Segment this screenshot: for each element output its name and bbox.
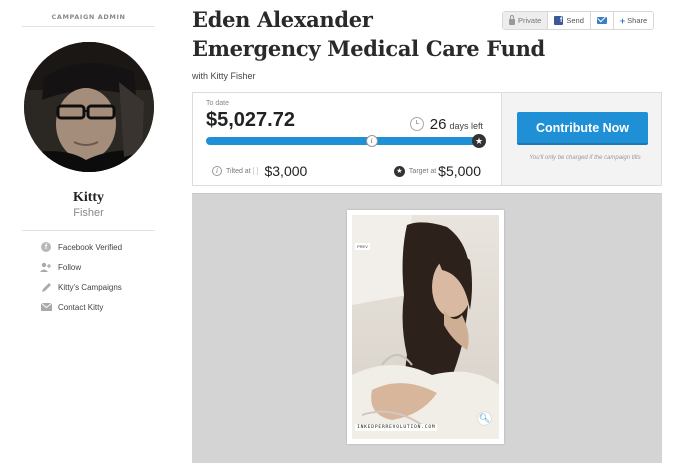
campaign-title-line2: Emergency Medical Care Fund (192, 36, 545, 61)
progress-bar: i ★ (206, 134, 486, 148)
days-left-number: 26 (429, 116, 447, 133)
admin-avatar[interactable] (23, 42, 154, 172)
campaign-photo: PREV INKEDPERREVOLUTION.COM 🔍︎ (352, 215, 499, 439)
charge-note: You'll only be charged if the campaign t… (529, 155, 641, 161)
prev-tag: PREV (355, 243, 370, 250)
sidebar-divider (22, 230, 155, 231)
clock-icon (409, 117, 424, 131)
zoom-icon[interactable]: 🔍︎ (478, 412, 491, 425)
days-left: 26 days left (409, 115, 483, 133)
contribute-panel: Contribute Now You'll only be charged if… (502, 93, 661, 185)
campaign-media: PREV INKEDPERREVOLUTION.COM 🔍︎ (192, 193, 662, 463)
target-at-label: Target at (408, 167, 437, 175)
avatar-photo (23, 42, 154, 172)
tilted-checkbox-icon: [ ] (252, 167, 259, 175)
admin-first-name: Kitty (72, 190, 105, 205)
private-label: Private (518, 16, 542, 25)
sidebar-item-label: Kitty's Campaigns (58, 282, 122, 292)
envelope-icon (40, 301, 52, 313)
photo-watermark-url: INKEDPERREVOLUTION.COM (355, 424, 438, 431)
campaign-photo-frame[interactable]: PREV INKEDPERREVOLUTION.COM 🔍︎ (347, 210, 504, 444)
target-star-icon: ★ (472, 134, 486, 148)
facebook-icon: f (554, 16, 564, 25)
tilted-at-label: Tilted at (226, 167, 251, 175)
campaign-admin-label: CAMPAIGN ADMIN (22, 0, 155, 27)
admin-last-name: Fisher (73, 207, 104, 219)
plus-icon: + (619, 15, 626, 26)
target-info: ★ Target at $5,000 (393, 163, 481, 179)
send-facebook-button[interactable]: f Send (548, 12, 591, 29)
sidebar-item-label: Contact Kitty (58, 302, 104, 312)
sidebar-item-campaigns[interactable]: Kitty's Campaigns (22, 277, 155, 297)
campaign-actions: Private f Send + Share (502, 11, 655, 30)
campaign-stats: To date $5,027.72 26 days left i ★ i Til… (192, 92, 662, 186)
contribute-now-button[interactable]: Contribute Now (517, 112, 648, 145)
star-icon: ★ (393, 165, 405, 177)
amount-raised: $5,027.72 (206, 109, 295, 131)
sidebar-links: f Facebook Verified Follow Kitty's Campa… (22, 237, 155, 317)
share-button[interactable]: + Share (614, 12, 653, 29)
follow-icon (40, 261, 52, 273)
funding-progress-panel: To date $5,027.72 26 days left i ★ i Til… (193, 93, 502, 185)
days-left-label: days left (449, 121, 483, 131)
private-button[interactable]: Private (503, 12, 549, 29)
sidebar: CAMPAIGN ADMIN Kitty Fisher f Facebook V… (22, 0, 155, 317)
sidebar-item-follow[interactable]: Follow (22, 257, 155, 277)
tilt-info: i Tilted at [ ] $3,000 (212, 163, 307, 179)
pencil-icon (40, 281, 52, 293)
campaign-title-line1: Eden Alexander (192, 7, 373, 32)
info-icon[interactable]: i (212, 166, 222, 176)
target-amount: $5,000 (438, 163, 481, 179)
share-label: Share (627, 16, 648, 25)
campaign-title: Eden Alexander Emergency Medical Care Fu… (192, 5, 545, 63)
to-date-label: To date (206, 100, 229, 107)
sidebar-item-label: Follow (58, 262, 82, 272)
sidebar-item-label: Facebook Verified (58, 242, 123, 252)
tilt-amount: $3,000 (264, 163, 308, 179)
facebook-verified-icon: f (41, 242, 51, 252)
tilt-point-info-icon[interactable]: i (365, 135, 378, 147)
sidebar-item-contact[interactable]: Contact Kitty (22, 297, 155, 317)
progress-bar-fill (206, 137, 482, 145)
email-button[interactable] (591, 12, 614, 29)
mail-icon (596, 17, 607, 24)
send-label: Send (566, 16, 584, 25)
campaign-owner: with Kitty Fisher (192, 71, 256, 81)
campaign-photo-image (352, 215, 499, 439)
lock-icon (509, 14, 515, 25)
sidebar-item-facebook-verified[interactable]: f Facebook Verified (22, 237, 155, 257)
